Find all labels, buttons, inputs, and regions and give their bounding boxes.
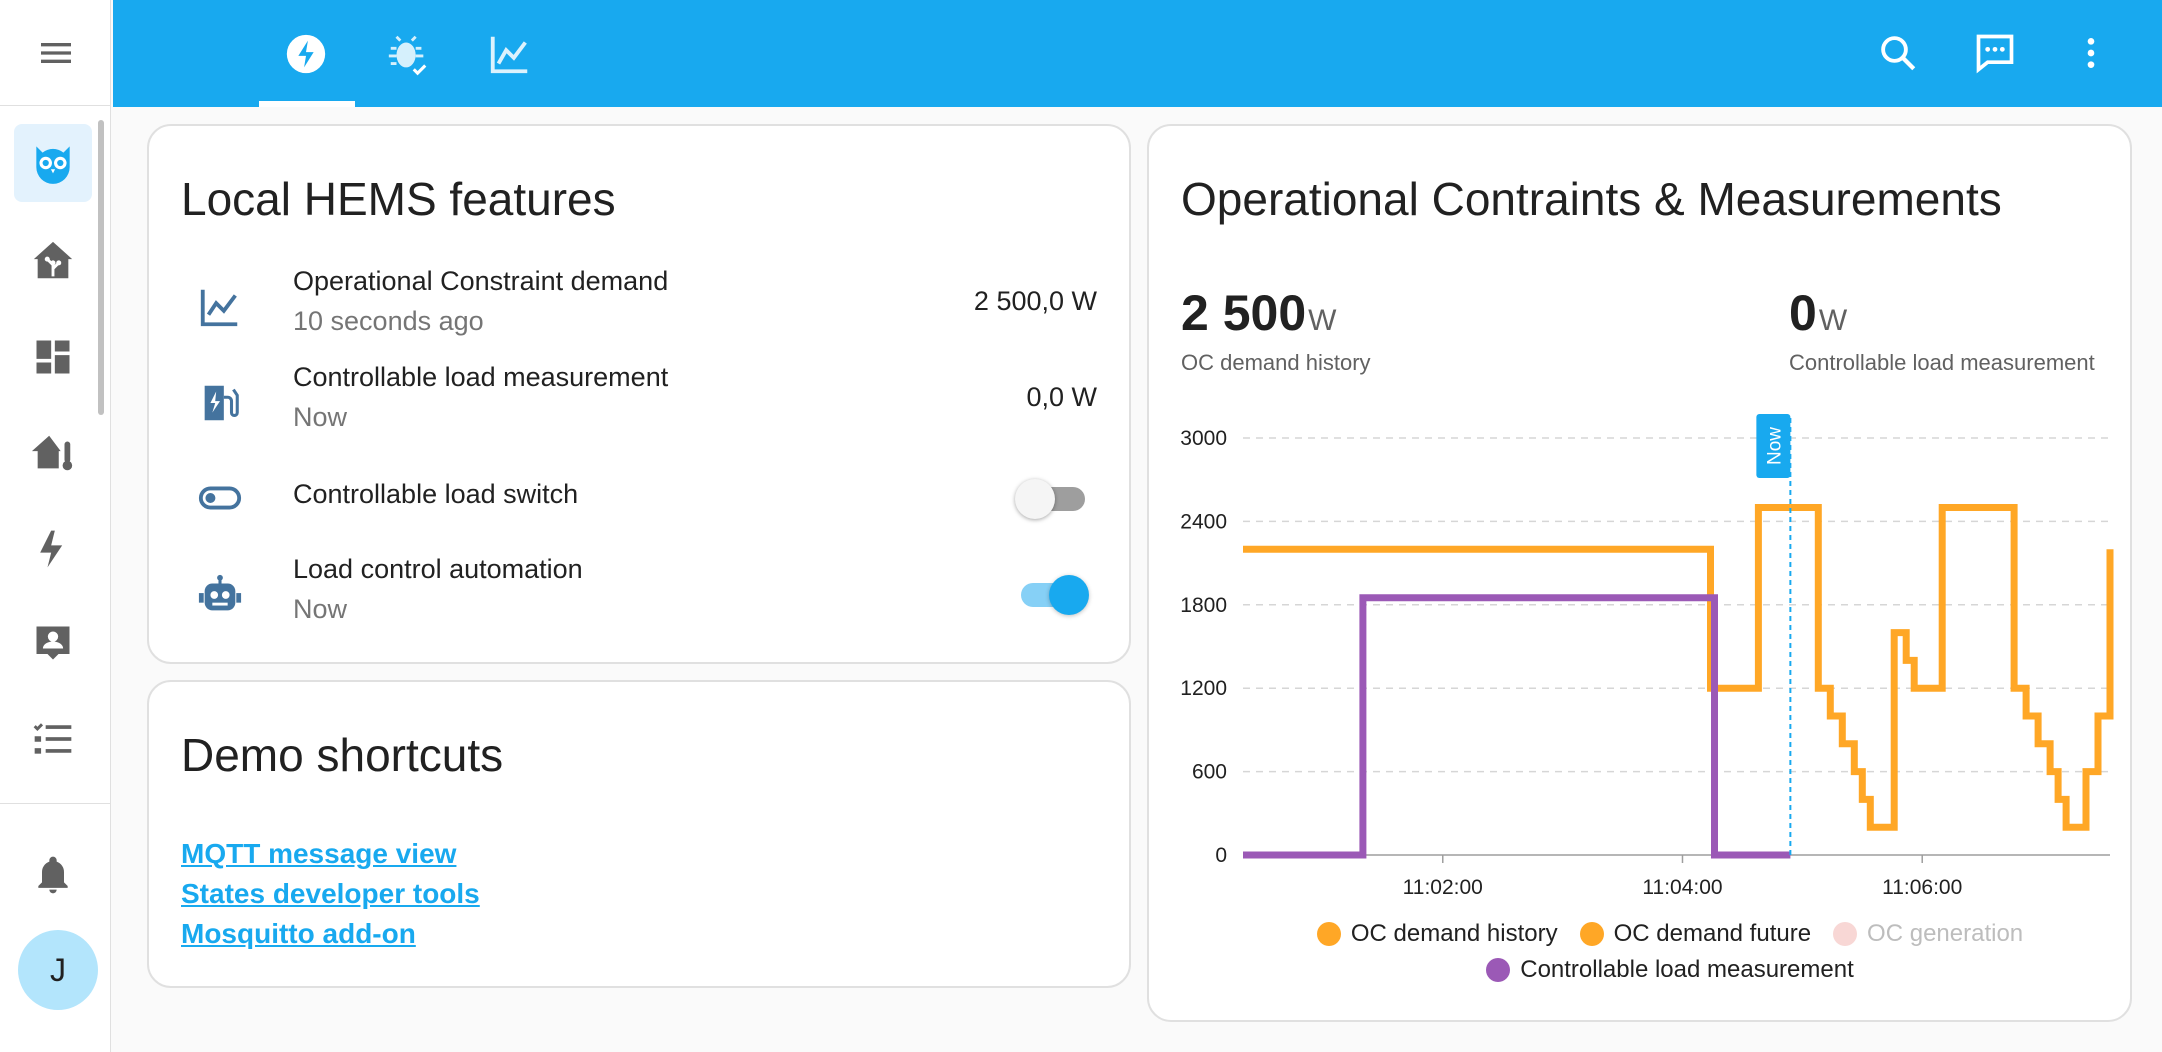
bug-check-icon (388, 35, 427, 75)
bell-icon (38, 856, 68, 894)
menu-button[interactable] (0, 0, 111, 106)
entity-value[interactable]: 2 500,0 W (974, 286, 1097, 317)
entity-name[interactable]: Load control automation (293, 554, 583, 585)
controllable-load-switch-toggle[interactable] (1015, 474, 1091, 522)
entity-last-changed: Now (293, 402, 348, 432)
y-tick-label: 1200 (1180, 677, 1227, 700)
entity-last-changed: Now (293, 594, 348, 624)
entity-last-changed: 10 seconds ago (293, 306, 484, 336)
assist-chat-icon (1976, 34, 2014, 74)
top-app-bar (113, 0, 2162, 107)
search-button[interactable] (1863, 18, 1933, 88)
y-tick-label: 3000 (1180, 427, 1227, 450)
avatar[interactable]: J (18, 930, 98, 1010)
y-tick-label: 1800 (1180, 594, 1227, 617)
chart-legend: OC demand history OC demand future OC ge… (1290, 916, 2050, 988)
stat-value: 2 500 (1181, 285, 1307, 341)
format-list-checks-icon (33, 723, 72, 754)
demo-shortcuts-card: Demo shortcuts MQTT message view States … (147, 680, 1131, 988)
y-tick-label: 0 (1215, 844, 1227, 867)
assist-button[interactable] (1960, 18, 2030, 88)
legend-dot (1579, 922, 1604, 946)
legend-label: OC generation (1867, 920, 2024, 947)
sidebar-divider (0, 803, 111, 804)
x-tick-label: 11:02:00 (1403, 876, 1483, 899)
tab-history[interactable] (461, 0, 559, 107)
home-assistant-icon (33, 241, 73, 279)
load-measurement-stat[interactable]: 0W (1789, 284, 1847, 342)
history-chart[interactable]: 0 600 1200 1800 2400 3000 11:02:00 11:04:00 11:0… (1160, 410, 2120, 920)
robot-icon (198, 574, 242, 611)
more-vertical-icon (2087, 38, 2095, 68)
legend-label: OC demand future (1613, 920, 1812, 947)
card-title: Demo shortcuts (181, 729, 504, 781)
legend-dot (1833, 922, 1858, 946)
toggle-knob (1049, 575, 1089, 615)
load-control-automation-toggle[interactable] (1015, 570, 1091, 618)
x-tick-label: 11:06:00 (1882, 876, 1962, 899)
chart-line-icon (200, 289, 238, 327)
sidebar-item-home-assistant[interactable] (14, 222, 92, 300)
link-states-developer-tools[interactable]: States developer tools (181, 878, 480, 910)
tab-debug[interactable] (359, 0, 457, 107)
y-tick-label: 600 (1192, 761, 1227, 784)
tab-energy[interactable] (257, 0, 355, 107)
lightning-icon (40, 530, 63, 568)
sidebar-item-owl[interactable] (14, 124, 92, 202)
y-tick-label: 2400 (1180, 510, 1227, 533)
legend-item-controllable-load[interactable]: Controllable load measurement (1486, 956, 1854, 984)
oc-demand-stat[interactable]: 2 500W (1181, 284, 1336, 342)
entity-name[interactable]: Controllable load switch (293, 479, 578, 510)
legend-dot (1316, 922, 1341, 946)
dashboard-icon (36, 340, 70, 374)
stat-unit: W (1818, 304, 1848, 337)
flash-circle-icon (286, 34, 326, 73)
owl-icon (36, 146, 70, 184)
legend-label: Controllable load measurement (1520, 956, 1854, 983)
legend-label: OC demand history (1350, 920, 1558, 947)
link-mqtt-message-view[interactable]: MQTT message view (181, 838, 456, 870)
entity-name[interactable]: Operational Constraint demand (293, 266, 668, 297)
sidebar-item-energy[interactable] (14, 510, 92, 588)
series-line-oc-demand-future (1790, 504, 2114, 831)
active-tab-indicator (259, 101, 355, 107)
stat-value: 0 (1789, 285, 1817, 341)
card-title: Local HEMS features (181, 173, 616, 225)
sidebar-scrollbar[interactable] (98, 120, 104, 415)
legend-dot (1486, 958, 1511, 982)
notifications-button[interactable] (14, 836, 92, 914)
now-marker-label: Now (1764, 427, 1785, 465)
home-thermometer-icon (31, 435, 73, 471)
menu-icon (40, 42, 71, 63)
sidebar-item-todo[interactable] (14, 700, 92, 778)
sidebar-item-account[interactable] (14, 604, 92, 682)
ev-station-icon (204, 385, 239, 421)
stat-label: OC demand history (1181, 350, 1371, 375)
toggle-switch-icon (198, 486, 242, 510)
hems-features-card: Local HEMS features Operational Constrai… (147, 124, 1131, 664)
sidebar-item-home-thermometer[interactable] (14, 414, 92, 492)
overflow-menu-button[interactable] (2056, 18, 2126, 88)
toggle-knob (1015, 479, 1055, 519)
legend-item-oc-demand-future[interactable]: OC demand future (1579, 920, 1812, 948)
entity-name[interactable]: Controllable load measurement (293, 362, 668, 393)
sidebar-item-dashboard[interactable] (14, 318, 92, 396)
chart-line-icon (490, 36, 528, 73)
card-title: Operational Contraints & Measurements (1181, 173, 2002, 225)
entity-value[interactable]: 0,0 W (1026, 382, 1097, 413)
stat-label: Controllable load measurement (1789, 350, 2095, 375)
link-mosquitto-add-on[interactable]: Mosquitto add-on (181, 918, 416, 950)
stat-unit: W (1308, 304, 1337, 337)
legend-item-oc-generation[interactable]: OC generation (1833, 920, 2023, 948)
x-tick-label: 11:04:00 (1642, 876, 1722, 899)
account-box-icon (36, 626, 70, 660)
search-icon (1881, 36, 1916, 71)
sidebar: J (0, 0, 111, 1052)
legend-item-oc-demand-history[interactable]: OC demand history (1316, 920, 1558, 948)
